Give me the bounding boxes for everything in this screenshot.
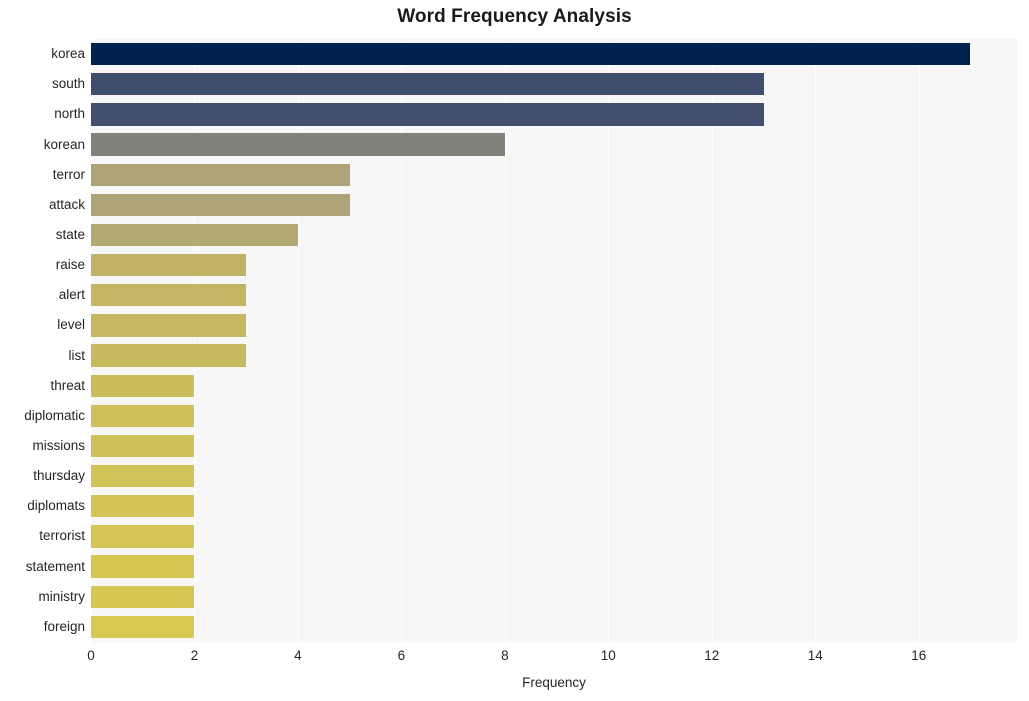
bar[interactable] xyxy=(91,585,195,608)
y-axis-label: missions xyxy=(32,438,85,454)
bar-row[interactable] xyxy=(91,133,1017,156)
bar-row[interactable] xyxy=(91,525,1017,548)
bar[interactable] xyxy=(91,133,505,156)
bar-row[interactable] xyxy=(91,163,1017,186)
bar[interactable] xyxy=(91,404,195,428)
bar[interactable] xyxy=(91,284,247,307)
chart-title: Word Frequency Analysis xyxy=(397,6,632,27)
bar[interactable] xyxy=(91,615,195,639)
bar-row[interactable] xyxy=(91,555,1017,578)
bar[interactable] xyxy=(91,103,764,126)
bar[interactable] xyxy=(91,73,764,96)
bar[interactable] xyxy=(91,163,350,186)
bar-row[interactable] xyxy=(91,374,1017,397)
bar-row[interactable] xyxy=(91,73,1017,96)
bar-row[interactable] xyxy=(91,314,1017,337)
y-axis-label: alert xyxy=(58,287,85,303)
x-tick-label: 4 xyxy=(294,648,302,663)
y-axis-label: north xyxy=(54,106,85,122)
bar[interactable] xyxy=(91,465,195,488)
bar-row[interactable] xyxy=(91,495,1017,518)
bar-row[interactable] xyxy=(91,253,1017,277)
y-axis-label: diplomats xyxy=(27,498,85,514)
bar[interactable] xyxy=(91,434,195,458)
bar-row[interactable] xyxy=(91,465,1017,488)
x-tick-label: 16 xyxy=(911,648,927,663)
bar[interactable] xyxy=(91,42,971,66)
bar-row[interactable] xyxy=(91,585,1017,608)
y-axis-labels: korea south north korean terror attack state ra… xyxy=(0,39,85,642)
x-tick-label: 14 xyxy=(807,648,823,663)
y-axis-label: raise xyxy=(55,257,85,273)
x-tick-label: 0 xyxy=(87,648,95,663)
bar-row[interactable] xyxy=(91,344,1017,367)
y-axis-label: level xyxy=(57,317,85,333)
bar[interactable] xyxy=(91,193,350,216)
x-axis-tick-labels: 0 2 4 6 8 10 12 14 16 xyxy=(0,648,1029,670)
y-axis-label: korean xyxy=(43,136,85,152)
y-axis-label: state xyxy=(55,226,85,242)
bars-layer xyxy=(91,39,1017,642)
y-axis-label: foreign xyxy=(43,618,85,634)
y-axis-label: south xyxy=(51,76,85,92)
bar-row[interactable] xyxy=(91,404,1017,428)
y-axis-label: terrorist xyxy=(39,528,85,544)
bar[interactable] xyxy=(91,253,247,277)
y-axis-label: statement xyxy=(25,558,85,574)
y-axis-label: attack xyxy=(48,196,85,212)
bar-row[interactable] xyxy=(91,615,1017,639)
x-tick-label: 10 xyxy=(600,648,616,663)
bar[interactable] xyxy=(91,374,195,397)
y-axis-label: diplomatic xyxy=(24,407,85,423)
y-axis-label: thursday xyxy=(33,468,85,484)
bar-row[interactable] xyxy=(91,223,1017,247)
bar[interactable] xyxy=(91,344,247,367)
x-axis-title: Frequency xyxy=(522,675,586,690)
y-axis-label: korea xyxy=(51,46,85,62)
x-tick-label: 8 xyxy=(501,648,509,663)
x-tick-label: 12 xyxy=(704,648,720,663)
word-frequency-chart: Word Frequency Analysis korea south north k… xyxy=(0,0,1029,701)
y-axis-label: list xyxy=(68,347,86,363)
bar[interactable] xyxy=(91,555,195,578)
y-axis-label: terror xyxy=(52,166,85,182)
bar[interactable] xyxy=(91,314,247,337)
bar-row[interactable] xyxy=(91,42,1017,66)
y-axis-label: ministry xyxy=(38,588,86,604)
x-tick-label: 6 xyxy=(397,648,406,663)
bar[interactable] xyxy=(91,495,195,518)
x-tick-label: 2 xyxy=(190,648,199,663)
bar-row[interactable] xyxy=(91,284,1017,307)
bar-row[interactable] xyxy=(91,103,1017,126)
plot-area xyxy=(91,39,1017,642)
bar-row[interactable] xyxy=(91,193,1017,216)
bar[interactable] xyxy=(91,525,195,548)
bar-row[interactable] xyxy=(91,434,1017,458)
bar[interactable] xyxy=(91,223,298,247)
y-axis-label: threat xyxy=(50,377,85,393)
